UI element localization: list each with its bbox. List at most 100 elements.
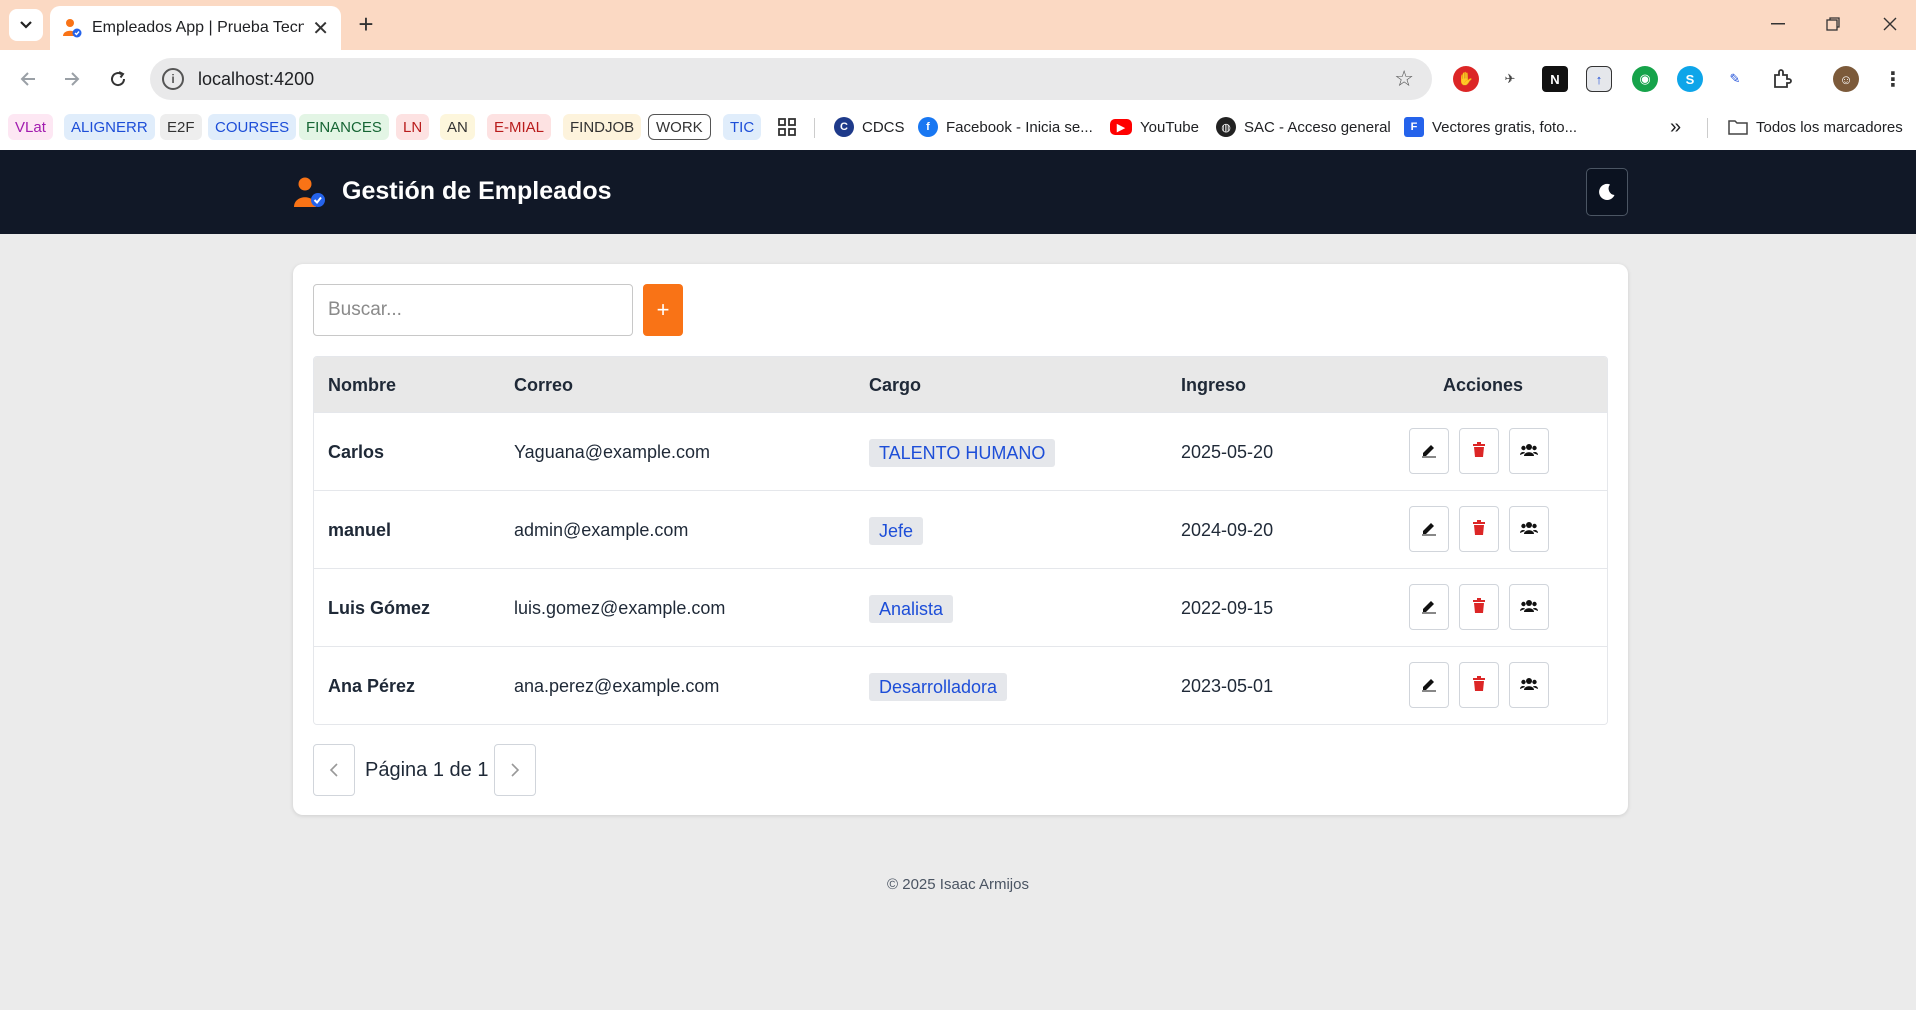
bookmark-folder-work[interactable]: WORK bbox=[648, 114, 711, 140]
delete-button[interactable] bbox=[1459, 584, 1499, 630]
pen-extension-icon[interactable]: ✎ bbox=[1722, 66, 1748, 92]
edit-icon bbox=[1421, 442, 1437, 461]
employee-name: Carlos bbox=[328, 442, 385, 462]
browser-tab-active[interactable]: Empleados App | Prueba Tecnica ✕ bbox=[50, 6, 341, 50]
notion-extension-icon[interactable]: N bbox=[1542, 66, 1568, 92]
upload-extension-icon[interactable]: ↑ bbox=[1586, 66, 1612, 92]
add-employee-button[interactable]: + bbox=[643, 284, 683, 336]
employees-table: Nombre Correo Cargo Ingreso Acciones Car… bbox=[313, 356, 1608, 725]
apps-grid-icon[interactable] bbox=[778, 114, 796, 140]
site-info-icon[interactable]: i bbox=[162, 68, 184, 90]
employee-name: Ana Pérez bbox=[328, 676, 416, 696]
forward-button[interactable] bbox=[57, 64, 87, 94]
users-icon bbox=[1520, 443, 1538, 460]
footer-copyright: © 2025 Isaac Armijos bbox=[887, 876, 1029, 893]
edit-button[interactable] bbox=[1409, 428, 1449, 474]
all-bookmarks-folder[interactable]: Todos los marcadores bbox=[1728, 114, 1903, 140]
bookmark-divider bbox=[1707, 118, 1708, 138]
address-bar[interactable]: i localhost:4200 ☆ bbox=[150, 58, 1432, 100]
bookmark-folder-e-mial[interactable]: E-MIAL bbox=[487, 114, 552, 140]
tab-search-button[interactable] bbox=[9, 9, 43, 41]
hire-date: 2023-05-01 bbox=[1181, 676, 1274, 696]
edit-icon bbox=[1421, 520, 1437, 539]
team-button[interactable] bbox=[1509, 662, 1549, 708]
address-url: localhost:4200 bbox=[198, 68, 315, 89]
column-header-ingreso: Ingreso bbox=[1181, 375, 1247, 395]
edit-icon bbox=[1421, 676, 1437, 695]
profile-avatar[interactable]: ☺ bbox=[1833, 66, 1859, 92]
bookmark-folder-findjob[interactable]: FINDJOB bbox=[563, 114, 642, 140]
browser-tabstrip: Empleados App | Prueba Tecnica ✕ + bbox=[0, 0, 1916, 50]
globe-icon: ◍ bbox=[1216, 117, 1236, 137]
bookmark-sac[interactable]: ◍ SAC - Acceso general bbox=[1216, 114, 1391, 140]
column-header-acciones: Acciones bbox=[1443, 375, 1524, 395]
column-header-nombre: Nombre bbox=[328, 375, 397, 395]
adblock-extension-icon[interactable]: ✋ bbox=[1453, 66, 1479, 92]
back-button[interactable] bbox=[13, 64, 43, 94]
bookmark-cdcs[interactable]: C CDCS bbox=[834, 114, 905, 140]
bookmark-divider bbox=[814, 118, 815, 138]
close-tab-icon[interactable]: ✕ bbox=[312, 16, 329, 41]
reload-button[interactable] bbox=[103, 64, 133, 94]
hire-date: 2024-09-20 bbox=[1181, 520, 1274, 540]
browser-menu-icon[interactable]: ⋮ bbox=[1880, 66, 1906, 92]
prev-page-button[interactable] bbox=[313, 744, 355, 796]
page-indicator: Página 1 de 1 bbox=[365, 759, 489, 781]
extensions-puzzle-icon[interactable] bbox=[1769, 66, 1795, 92]
bookmark-star-icon[interactable]: ☆ bbox=[1394, 66, 1414, 92]
browser-toolbar: i localhost:4200 ☆ ✋ ✈ N ↑ ◉ S ✎ ☺ ⋮ bbox=[0, 50, 1916, 108]
hire-date: 2022-09-15 bbox=[1181, 598, 1274, 618]
dark-mode-toggle[interactable] bbox=[1586, 168, 1628, 216]
tab-title: Empleados App | Prueba Tecnica bbox=[92, 19, 304, 36]
team-button[interactable] bbox=[1509, 584, 1549, 630]
employee-logo-icon bbox=[293, 176, 327, 210]
edit-button[interactable] bbox=[1409, 506, 1449, 552]
shazam-extension-icon[interactable]: S bbox=[1677, 66, 1703, 92]
edit-button[interactable] bbox=[1409, 662, 1449, 708]
bookmark-folder-vlat[interactable]: VLat bbox=[8, 114, 53, 140]
employee-name: manuel bbox=[328, 520, 392, 540]
role-badge: Jefe bbox=[869, 517, 924, 545]
arrow-left-icon bbox=[20, 72, 35, 86]
bookmark-folder-courses[interactable]: COURSES bbox=[208, 114, 297, 140]
bookmark-folder-alignerr[interactable]: ALIGNERR bbox=[64, 114, 155, 140]
bookmark-folder-e2f[interactable]: E2F bbox=[160, 114, 202, 140]
trash-icon bbox=[1472, 441, 1486, 461]
minimize-window-button[interactable] bbox=[1758, 10, 1798, 38]
search-input[interactable] bbox=[313, 284, 633, 336]
new-tab-button[interactable]: + bbox=[352, 9, 380, 39]
edit-icon bbox=[1421, 598, 1437, 617]
restore-window-button[interactable] bbox=[1813, 10, 1853, 38]
table-body: Carlos Yaguana@example.com TALENTO HUMANO 2… bbox=[314, 412, 1607, 724]
edit-button[interactable] bbox=[1409, 584, 1449, 630]
bookmark-folder-tic[interactable]: TIC bbox=[723, 114, 762, 140]
hire-date: 2025-05-20 bbox=[1181, 442, 1274, 462]
delete-button[interactable] bbox=[1459, 662, 1499, 708]
extension-plane-icon[interactable]: ✈ bbox=[1497, 66, 1523, 92]
employee-app-favicon-icon bbox=[62, 18, 82, 38]
bookmark-folder-finances[interactable]: FINANCES bbox=[299, 114, 389, 140]
more-bookmarks-icon[interactable]: » bbox=[1670, 114, 1681, 140]
chevron-right-icon bbox=[511, 763, 520, 777]
folder-icon bbox=[1728, 120, 1748, 135]
column-header-correo: Correo bbox=[514, 375, 574, 395]
role-badge: TALENTO HUMANO bbox=[869, 439, 1056, 467]
employee-email: ana.perez@example.com bbox=[514, 676, 720, 696]
bookmark-facebook[interactable]: f Facebook - Inicia se... bbox=[918, 114, 1093, 140]
globe-extension-icon[interactable]: ◉ bbox=[1632, 66, 1658, 92]
chevron-left-icon bbox=[329, 763, 338, 777]
arrow-right-icon bbox=[65, 72, 80, 86]
bookmark-folder-an[interactable]: AN bbox=[440, 114, 475, 140]
app-header: Gestión de Empleados bbox=[0, 150, 1916, 234]
bookmark-youtube[interactable]: ▶ YouTube bbox=[1110, 114, 1199, 140]
delete-button[interactable] bbox=[1459, 506, 1499, 552]
next-page-button[interactable] bbox=[494, 744, 536, 796]
delete-button[interactable] bbox=[1459, 428, 1499, 474]
bookmark-vectores[interactable]: F Vectores gratis, foto... bbox=[1404, 114, 1577, 140]
bookmark-label: Vectores gratis, foto... bbox=[1432, 118, 1578, 136]
employees-card: + Nombre Correo Cargo Ingreso Acciones C… bbox=[293, 264, 1628, 815]
team-button[interactable] bbox=[1509, 428, 1549, 474]
bookmark-folder-ln[interactable]: LN bbox=[396, 114, 430, 140]
close-window-button[interactable] bbox=[1870, 10, 1910, 38]
team-button[interactable] bbox=[1509, 506, 1549, 552]
